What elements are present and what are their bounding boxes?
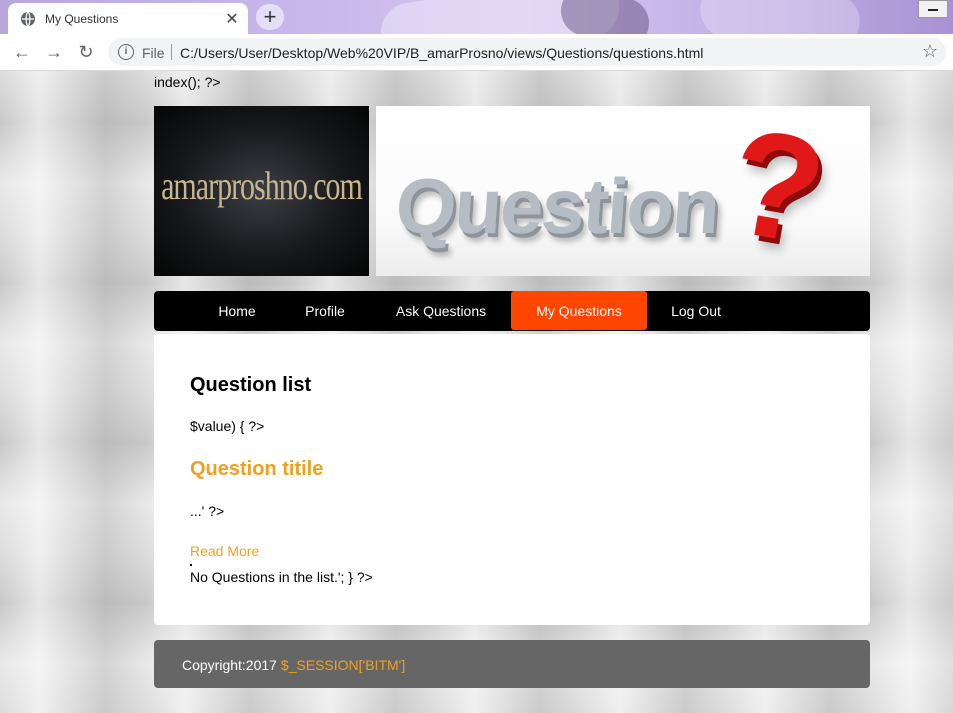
browser-toolbar: ← → ↻ i File C:/Users/User/Desktop/Web%2… <box>0 34 953 71</box>
nav-profile[interactable]: Profile <box>292 291 358 331</box>
php-leak-text: $value) { ?> <box>190 418 265 434</box>
question-mark-icon: ? <box>717 106 837 276</box>
address-bar[interactable]: i File C:/Users/User/Desktop/Web%20VIP/B… <box>108 38 946 66</box>
empty-list-message: No Questions in the list.'; } ?> <box>190 569 373 585</box>
wallpaper-decoration <box>554 0 656 34</box>
wallpaper-decoration <box>697 0 863 34</box>
copyright-label: Copyright:2017 <box>182 657 281 673</box>
reload-button[interactable]: ↻ <box>74 40 98 64</box>
minimize-icon <box>928 9 938 11</box>
page-title: Question list <box>190 374 312 396</box>
browser-tab[interactable]: My Questions ✕ <box>8 3 248 34</box>
question-excerpt: ...' ?> <box>190 503 225 519</box>
copyright-text: Copyright:2017 $_SESSION['BITM'] <box>182 657 405 673</box>
nav-log-out[interactable]: Log Out <box>660 291 732 331</box>
read-more-link[interactable]: Read More <box>190 543 259 559</box>
info-icon[interactable]: i <box>118 44 134 60</box>
site-logo: amarproshno.com <box>154 106 369 276</box>
tab-title: My Questions <box>45 11 119 26</box>
banner-question-word: Question <box>392 162 722 250</box>
close-tab-icon[interactable]: ✕ <box>222 9 242 29</box>
question-title-link[interactable]: Question titile <box>190 458 323 481</box>
stray-dot <box>190 564 192 566</box>
content-panel: Question list $value) { ?> Question titi… <box>154 334 870 625</box>
bookmark-star-icon[interactable]: ☆ <box>922 41 938 62</box>
file-label: File <box>142 45 165 61</box>
nav-ask-questions[interactable]: Ask Questions <box>386 291 496 331</box>
main-nav: Home Profile Ask Questions My Questions … <box>154 291 870 331</box>
new-tab-button[interactable]: + <box>256 4 284 30</box>
header-banner-image: Question ? <box>376 106 870 276</box>
nav-my-questions[interactable]: My Questions <box>511 291 647 330</box>
browser-titlebar: My Questions ✕ + <box>0 0 953 34</box>
globe-icon <box>21 11 35 26</box>
session-text: $_SESSION['BITM'] <box>280 657 406 673</box>
logo-text: amarproshno.com <box>161 164 363 209</box>
back-button[interactable]: ← <box>10 40 34 64</box>
page-background: index(); ?> amarproshno.com Question ? H… <box>0 71 953 713</box>
divider <box>171 44 172 60</box>
minimize-button[interactable] <box>918 0 948 18</box>
php-leak-text: index(); ?> <box>154 74 221 90</box>
forward-button[interactable]: → <box>42 40 66 64</box>
footer: Copyright:2017 $_SESSION['BITM'] <box>154 640 870 688</box>
url-text[interactable]: C:/Users/User/Desktop/Web%20VIP/B_amarPr… <box>180 45 703 61</box>
nav-home[interactable]: Home <box>204 291 270 331</box>
